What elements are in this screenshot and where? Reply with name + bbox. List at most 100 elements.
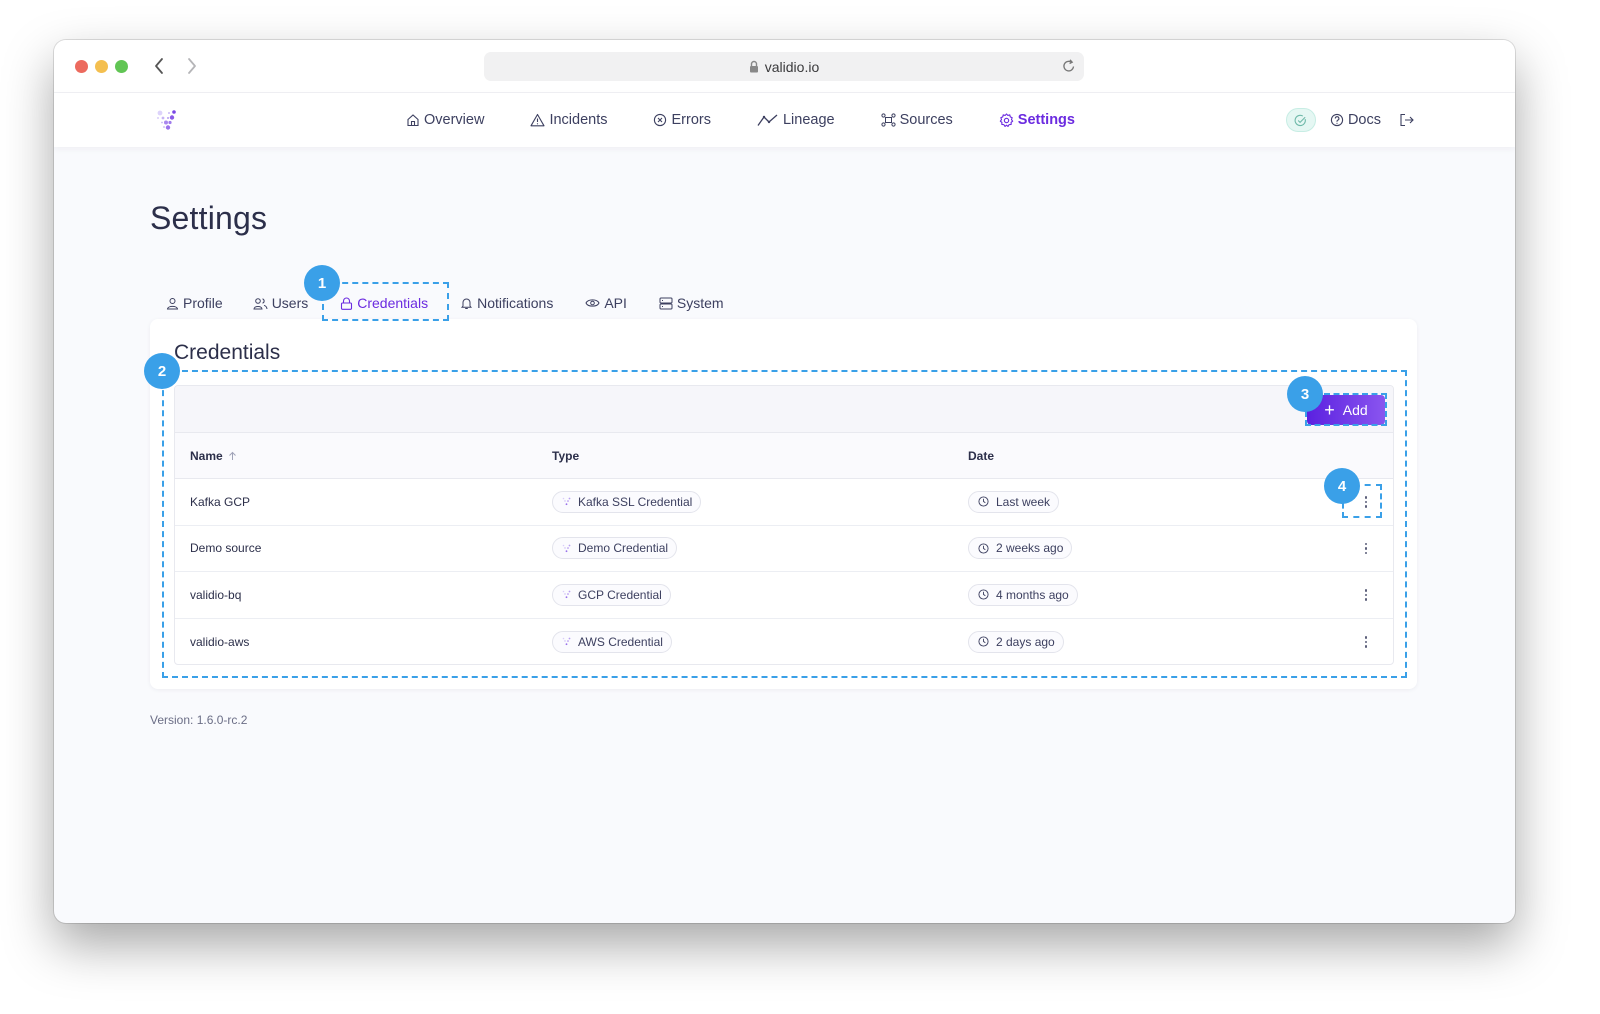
cell-type: Kafka SSL Credential — [537, 490, 953, 513]
minimize-window-button[interactable] — [95, 60, 108, 73]
sort-ascending-icon[interactable] — [228, 451, 237, 461]
credential-date: 4 months ago — [996, 587, 1069, 602]
browser-window: validio.io Overview Incidents Errors Lin… — [54, 40, 1515, 923]
column-name-label: Name — [190, 448, 223, 463]
tab-users-label: Users — [271, 295, 309, 311]
close-window-button[interactable] — [75, 60, 88, 73]
nav-settings-label: Settings — [1017, 112, 1075, 128]
credential-type: GCP Credential — [578, 587, 662, 602]
cell-date: 2 weeks ago — [953, 537, 1333, 560]
tab-credentials[interactable]: Credentials — [324, 288, 444, 318]
nav-incidents[interactable]: Incidents — [530, 112, 607, 128]
row-menu-kebab-icon[interactable] — [1359, 538, 1373, 558]
nav-sources[interactable]: Sources — [880, 112, 953, 128]
row-menu-kebab-icon[interactable] — [1359, 492, 1373, 512]
user-icon — [166, 297, 179, 309]
lock-icon — [749, 60, 759, 73]
server-icon — [659, 297, 673, 309]
tab-notifications[interactable]: Notifications — [444, 288, 569, 318]
annotation-badge-4: 4 — [1324, 468, 1360, 504]
cell-date: 4 months ago — [953, 583, 1333, 606]
users-icon — [253, 297, 268, 309]
credentials-panel: Credentials + Add Name Type Date Kafka G… — [150, 319, 1417, 689]
main-nav: Overview Incidents Errors Lineage Source… — [406, 93, 1121, 147]
logout-button[interactable] — [1399, 113, 1415, 127]
credential-type: Demo Credential — [578, 541, 669, 556]
credentials-title: Credentials — [174, 341, 281, 364]
validio-type-icon — [562, 544, 571, 552]
app-header: Overview Incidents Errors Lineage Source… — [54, 93, 1515, 147]
annotation-badge-3: 3 — [1287, 376, 1323, 412]
docs-label: Docs — [1347, 112, 1381, 128]
nav-settings[interactable]: Settings — [999, 112, 1075, 128]
validio-logo[interactable] — [154, 107, 180, 133]
column-header-type[interactable]: Type — [537, 449, 953, 463]
credential-date: 2 weeks ago — [996, 541, 1064, 556]
tab-system-label: System — [676, 295, 724, 311]
table-header: Name Type Date — [175, 433, 1393, 479]
clock-icon — [978, 543, 989, 554]
nav-overview[interactable]: Overview — [406, 112, 484, 128]
eye-icon — [585, 299, 600, 307]
cell-name: Kafka GCP — [175, 495, 537, 509]
version-label: Version: 1.6.0-rc.2 — [150, 713, 248, 727]
date-chip: Last week — [968, 490, 1060, 513]
tab-profile[interactable]: Profile — [150, 288, 239, 318]
clock-icon — [978, 636, 989, 647]
cell-type: GCP Credential — [537, 583, 953, 606]
type-chip: AWS Credential — [552, 630, 672, 653]
credential-type: Kafka SSL Credential — [578, 494, 693, 509]
page-title: Settings — [150, 200, 268, 236]
cell-actions — [1333, 585, 1393, 605]
credentials-table: + Add Name Type Date Kafka GCP Kafka SSL… — [174, 385, 1394, 665]
nav-errors-label: Errors — [671, 112, 711, 128]
cell-date: Last week — [953, 490, 1333, 513]
health-status-indicator[interactable] — [1285, 108, 1316, 132]
credential-name: validio-aws — [190, 634, 250, 649]
forward-button[interactable] — [182, 55, 202, 77]
nav-lineage[interactable]: Lineage — [757, 112, 835, 128]
column-header-date[interactable]: Date — [953, 449, 1333, 463]
table-row[interactable]: Demo source Demo Credential 2 weeks ago — [175, 526, 1393, 572]
address-bar[interactable]: validio.io — [484, 52, 1084, 81]
bell-icon — [461, 298, 473, 309]
maximize-window-button[interactable] — [115, 60, 128, 73]
row-menu-kebab-icon[interactable] — [1359, 585, 1373, 605]
date-chip: 2 days ago — [968, 630, 1064, 653]
url-text: validio.io — [764, 58, 820, 75]
error-circle-icon — [654, 113, 667, 127]
tab-system[interactable]: System — [643, 288, 740, 318]
cell-actions — [1333, 538, 1393, 558]
nav-incidents-label: Incidents — [549, 112, 608, 128]
lineage-icon — [757, 114, 778, 126]
header-actions: Docs — [1285, 93, 1415, 147]
tab-api[interactable]: API — [569, 288, 643, 318]
row-menu-kebab-icon[interactable] — [1359, 632, 1373, 652]
column-date-label: Date — [968, 448, 995, 463]
annotation-badge-2: 2 — [144, 353, 180, 389]
home-icon — [407, 114, 419, 127]
validio-type-icon — [562, 497, 571, 506]
docs-link[interactable]: Docs — [1330, 112, 1381, 128]
table-row[interactable]: Kafka GCP Kafka SSL Credential Last week — [175, 479, 1393, 526]
warning-icon — [530, 113, 545, 127]
validio-type-icon — [562, 590, 571, 599]
table-row[interactable]: validio-bq GCP Credential 4 months ago — [175, 572, 1393, 619]
back-button[interactable] — [149, 55, 169, 77]
table-row[interactable]: validio-aws AWS Credential 2 days ago — [175, 619, 1393, 665]
credential-name: Kafka GCP — [190, 494, 251, 509]
date-chip: 4 months ago — [968, 583, 1078, 606]
settings-tabs: Profile Users Credentials Notifications … — [150, 288, 740, 318]
date-chip: 2 weeks ago — [968, 537, 1073, 560]
credential-date: Last week — [996, 494, 1051, 509]
help-circle-icon — [1330, 113, 1344, 127]
browser-titlebar: validio.io — [54, 40, 1515, 93]
gear-icon — [999, 112, 1014, 127]
nav-errors[interactable]: Errors — [653, 112, 711, 128]
tab-profile-label: Profile — [183, 295, 223, 311]
cell-actions — [1333, 632, 1393, 652]
reload-icon[interactable] — [1062, 58, 1076, 77]
cell-name: validio-aws — [175, 635, 537, 649]
column-header-name[interactable]: Name — [175, 449, 537, 463]
check-circle-icon — [1295, 114, 1307, 126]
